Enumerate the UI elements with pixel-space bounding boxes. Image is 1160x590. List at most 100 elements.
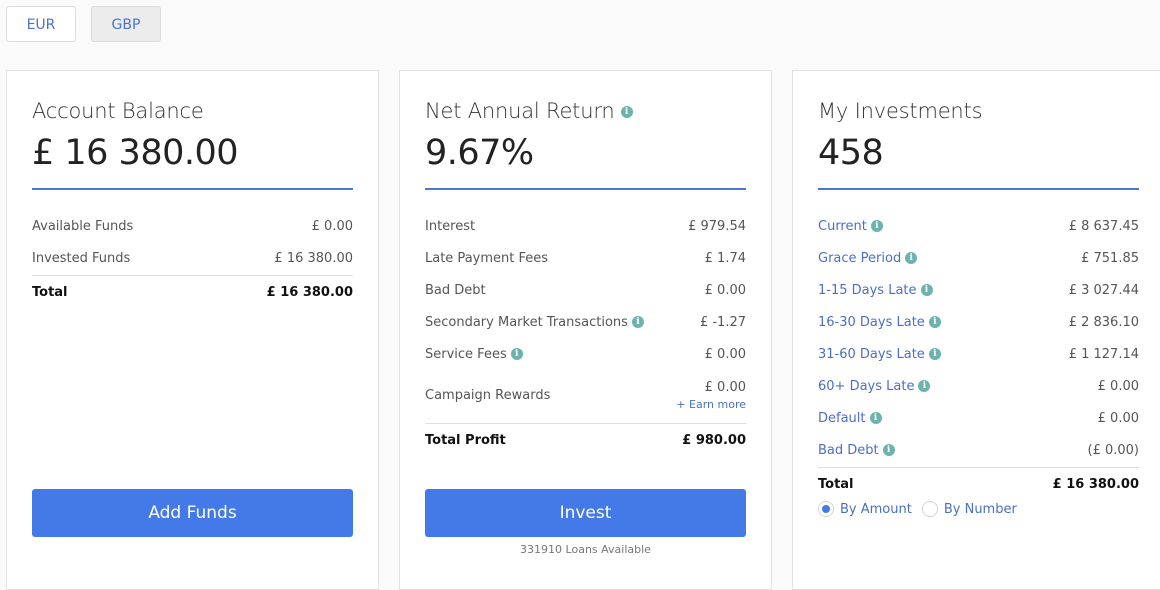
info-icon[interactable]: i: [631, 316, 644, 328]
row-label: Available Funds: [32, 218, 134, 234]
info-icon[interactable]: i: [918, 380, 931, 392]
row-label[interactable]: 31-60 Days Late: [818, 347, 925, 362]
row-label-wrap[interactable]: 16-30 Days Late i: [818, 315, 941, 330]
row-value: £ 3 027.44: [1068, 282, 1139, 298]
row-31-60-days-late: 31-60 Days Late i £ 1 127.14: [818, 338, 1139, 370]
divider: [32, 188, 353, 190]
row-value: £ 0.00: [1097, 410, 1139, 426]
row-label-wrap: Secondary Market Transactions i: [425, 315, 644, 330]
row-value: £ 8 637.45: [1068, 218, 1139, 234]
row-label[interactable]: 1-15 Days Late: [818, 283, 917, 298]
row-label-wrap[interactable]: 60+ Days Late i: [818, 379, 931, 394]
row-label[interactable]: Current: [818, 219, 867, 234]
info-icon[interactable]: i: [510, 348, 523, 360]
row-total: Total £ 16 380.00: [32, 276, 353, 308]
row-service-fees: Service Fees i £ 0.00: [425, 338, 746, 370]
row-label[interactable]: Default: [818, 411, 866, 426]
row-label: Bad Debt: [425, 282, 486, 298]
info-icon[interactable]: i: [869, 412, 882, 424]
row-label: Secondary Market Transactions: [425, 314, 628, 330]
row-value: £ 979.54: [688, 218, 746, 234]
row-label: Campaign Rewards: [425, 387, 551, 403]
campaign-value-wrap: £ 0.00 + Earn more: [676, 380, 746, 411]
row-value: £ 0.00: [704, 346, 746, 362]
row-value: £ 16 380.00: [274, 250, 353, 266]
card-title: Account Balance: [32, 99, 204, 123]
row-label: Late Payment Fees: [425, 250, 549, 266]
info-icon[interactable]: i: [920, 284, 933, 296]
row-label[interactable]: Bad Debt: [818, 443, 879, 458]
radio-by-number[interactable]: By Number: [921, 501, 1017, 517]
row-campaign-rewards: Campaign Rewards £ 0.00 + Earn more: [425, 371, 746, 419]
card-title: Net Annual Return i: [425, 99, 633, 123]
row-bad-debt: Bad Debt i (£ 0.00): [818, 434, 1139, 466]
row-label-wrap[interactable]: Grace Period i: [818, 251, 918, 266]
row-value: £ 0.00: [311, 218, 353, 234]
row-value: £ 0.00: [1097, 378, 1139, 394]
row-label: Interest: [425, 218, 476, 234]
currency-tab-eur[interactable]: EUR: [6, 6, 76, 42]
card-title-text: Net Annual Return: [425, 99, 615, 123]
info-icon[interactable]: i: [882, 444, 895, 456]
earn-more-link[interactable]: + Earn more: [676, 398, 746, 411]
row-label-wrap[interactable]: 1-15 Days Late i: [818, 283, 933, 298]
row-invested-funds: Invested Funds £ 16 380.00: [32, 242, 353, 274]
row-value: £ 751.85: [1081, 250, 1139, 266]
row-available-funds: Available Funds £ 0.00: [32, 210, 353, 242]
divider: [818, 188, 1139, 190]
loans-available-text: 331910 Loans Available: [520, 543, 651, 556]
row-label-wrap[interactable]: Bad Debt i: [818, 443, 895, 458]
row-interest: Interest £ 979.54: [425, 210, 746, 242]
row-label[interactable]: 60+ Days Late: [818, 379, 914, 394]
row-value: (£ 0.00): [1087, 442, 1140, 458]
row-label-wrap[interactable]: Default i: [818, 411, 882, 426]
row-label[interactable]: 16-30 Days Late: [818, 315, 925, 330]
row-label: Total Profit: [425, 432, 506, 448]
net-annual-return-card: Net Annual Return i 9.67% Interest £ 979.…: [399, 70, 772, 590]
info-icon[interactable]: i: [620, 106, 633, 118]
account-balance-card: Account Balance £ 16 380.00 Available Fu…: [6, 70, 379, 590]
row-label-wrap[interactable]: 31-60 Days Late i: [818, 347, 941, 362]
row-value: £ 0.00: [704, 282, 746, 298]
card-title: My Investments: [818, 99, 983, 123]
info-icon[interactable]: i: [870, 220, 883, 232]
row-late-payment-fees: Late Payment Fees £ 1.74: [425, 242, 746, 274]
info-icon[interactable]: i: [905, 252, 918, 264]
row-label: Service Fees: [425, 346, 507, 362]
invest-button[interactable]: Invest: [425, 489, 746, 537]
radio-checked-icon[interactable]: [818, 501, 834, 517]
row-label: Total: [32, 284, 68, 300]
info-icon[interactable]: i: [928, 316, 941, 328]
radio-unchecked-icon[interactable]: [921, 501, 938, 517]
row-value: £ 1 127.14: [1068, 346, 1139, 362]
row-default: Default i £ 0.00: [818, 402, 1139, 434]
add-funds-button[interactable]: Add Funds: [32, 489, 353, 537]
row-value: £ 2 836.10: [1068, 314, 1139, 330]
row-current: Current i £ 8 637.45: [818, 210, 1139, 242]
row-value: £ 0.00: [704, 379, 746, 395]
row-secondary-market-transactions: Secondary Market Transactions i £ -1.27: [425, 306, 746, 338]
row-value: £ 16 380.00: [1052, 476, 1139, 492]
currency-tab-gbp[interactable]: GBP: [91, 6, 161, 42]
info-icon[interactable]: i: [928, 348, 941, 360]
row-16-30-days-late: 16-30 Days Late i £ 2 836.10: [818, 306, 1139, 338]
account-balance-amount: £ 16 380.00: [32, 133, 239, 173]
my-investments-card: My Investments 458 Current i £ 8 637.45 G…: [792, 70, 1160, 590]
row-label-wrap: Service Fees i: [425, 347, 523, 362]
row-value: £ 980.00: [682, 432, 746, 448]
row-60-plus-days-late: 60+ Days Late i £ 0.00: [818, 370, 1139, 402]
row-label: Total: [818, 476, 854, 492]
net-annual-return-value: 9.67%: [425, 133, 534, 173]
row-value: £ -1.27: [699, 314, 746, 330]
radio-by-amount[interactable]: By Amount: [818, 501, 912, 517]
divider: [425, 188, 746, 190]
row-value: £ 16 380.00: [266, 284, 353, 300]
row-total-profit: Total Profit £ 980.00: [425, 424, 746, 456]
row-value: £ 1.74: [704, 250, 746, 266]
row-label[interactable]: Grace Period: [818, 251, 901, 266]
row-label-wrap[interactable]: Current i: [818, 219, 883, 234]
view-mode-radio-group: By Amount By Number: [818, 501, 1027, 517]
radio-label[interactable]: By Amount: [840, 502, 912, 517]
radio-label[interactable]: By Number: [944, 502, 1017, 517]
row-total: Total £ 16 380.00: [818, 468, 1139, 500]
